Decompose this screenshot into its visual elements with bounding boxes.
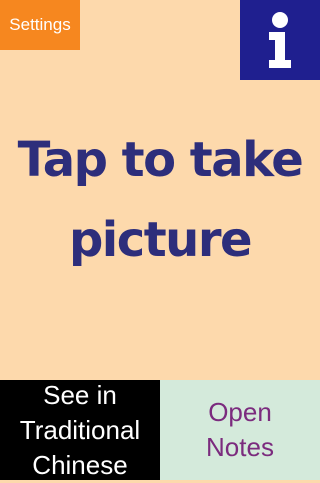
settings-button[interactable]: Settings: [0, 0, 80, 50]
capture-prompt: Tap to take picture: [17, 132, 304, 268]
info-icon: [269, 12, 291, 68]
open-notes-button[interactable]: Open Notes: [160, 380, 320, 480]
see-traditional-chinese-button[interactable]: See in Traditional Chinese: [0, 380, 160, 480]
info-button[interactable]: [240, 0, 320, 80]
capture-area[interactable]: Tap to take picture: [0, 80, 320, 380]
settings-button-label: Settings: [9, 15, 71, 34]
